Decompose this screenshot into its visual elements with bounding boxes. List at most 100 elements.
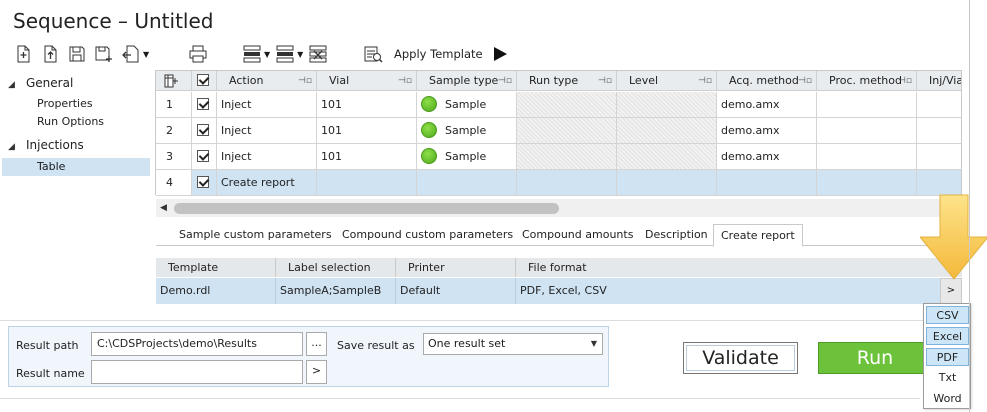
cell-sample-type[interactable]: Sample <box>417 118 517 144</box>
cell-sample-type[interactable]: Sample <box>417 144 517 170</box>
cell-action[interactable]: Inject <box>217 144 317 170</box>
column-header-action[interactable]: Action ⊣▫ <box>217 71 317 91</box>
row-checkbox[interactable] <box>197 124 209 136</box>
cell-action[interactable]: Inject <box>217 118 317 144</box>
cell-vial[interactable]: 101 <box>317 118 417 144</box>
result-path-input[interactable]: C:\CDSProjects\demo\Results <box>91 332 303 356</box>
pin-icon[interactable]: ⊣▫ <box>898 71 912 91</box>
cell-sample-type[interactable] <box>417 170 517 196</box>
print-icon[interactable] <box>187 43 209 65</box>
save-as-icon[interactable] <box>93 43 115 65</box>
nav-item-properties[interactable]: Properties <box>37 97 93 110</box>
expanded-triangle-icon: ◢ <box>8 142 15 152</box>
row-checkbox[interactable] <box>197 98 209 110</box>
column-header-sample-type[interactable]: Sample type ⊣▫ <box>417 71 517 91</box>
column-header-run-type[interactable]: Run type ⊣▫ <box>517 71 617 91</box>
nav-group-general[interactable]: ◢ General <box>8 76 73 90</box>
tab-description[interactable]: Description <box>645 223 708 246</box>
cell-inj-via[interactable] <box>917 118 961 144</box>
pin-icon[interactable]: ⊣▫ <box>498 71 512 91</box>
pin-icon[interactable]: ⊣▫ <box>298 71 312 91</box>
undo-icon[interactable] <box>120 43 142 65</box>
cell-action[interactable]: Create report <box>217 170 317 196</box>
tab-sample-custom-parameters[interactable]: Sample custom parameters <box>179 223 332 246</box>
cell-proc-method[interactable] <box>817 92 917 118</box>
column-chooser-header[interactable] <box>156 71 192 91</box>
browse-button[interactable]: ... <box>306 332 327 356</box>
nav-group-injections[interactable]: ◢ Injections <box>8 138 84 152</box>
pin-icon[interactable]: ⊣▫ <box>398 71 412 91</box>
nav-item-table[interactable]: Table <box>2 158 150 176</box>
cell-inj-via[interactable] <box>917 144 961 170</box>
format-option-txt[interactable]: Txt <box>926 369 969 387</box>
cell-proc-method[interactable] <box>817 144 917 170</box>
cell-acq-method[interactable] <box>717 170 817 196</box>
save-result-as-select[interactable]: One result set ▼ <box>423 333 603 355</box>
row-checkbox[interactable] <box>197 176 209 188</box>
insert-row-after-icon[interactable] <box>274 43 296 65</box>
delete-row-icon[interactable] <box>307 43 329 65</box>
cell-acq-method[interactable]: demo.amx <box>717 92 817 118</box>
chevron-down-icon[interactable]: ▼ <box>297 50 303 59</box>
format-option-word[interactable]: Word <box>926 390 969 408</box>
select-all-header[interactable] <box>192 71 217 91</box>
pin-icon[interactable]: ⊣▫ <box>798 71 812 91</box>
row-checkbox[interactable] <box>197 150 209 162</box>
column-header-proc-method[interactable]: Proc. method ⊣▫ <box>817 71 917 91</box>
select-all-checkbox[interactable] <box>197 74 209 86</box>
cell-run-type[interactable] <box>517 170 617 196</box>
cell-acq-method[interactable]: demo.amx <box>717 118 817 144</box>
save-icon[interactable] <box>66 43 88 65</box>
cell-file-format[interactable]: PDF, Excel, CSV <box>516 278 940 304</box>
new-icon[interactable] <box>12 43 34 65</box>
import-icon[interactable] <box>39 43 61 65</box>
column-header-file-format[interactable]: File format <box>516 258 962 277</box>
cell-inj-via[interactable] <box>917 92 961 118</box>
cell-printer[interactable]: Default <box>396 278 516 304</box>
chevron-down-icon[interactable]: ▼ <box>264 50 270 59</box>
run-button[interactable]: Run <box>818 342 932 374</box>
result-name-input[interactable] <box>91 360 303 384</box>
cell-vial[interactable]: 101 <box>317 144 417 170</box>
cell-proc-method[interactable] <box>817 170 917 196</box>
column-header-label-selection[interactable]: Label selection <box>276 258 396 277</box>
validate-button[interactable]: Validate <box>683 342 798 374</box>
format-option-excel[interactable]: Excel <box>926 327 969 345</box>
cell-template[interactable]: Demo.rdl <box>156 278 276 304</box>
scrollbar-thumb[interactable] <box>174 203 559 214</box>
column-header-vial[interactable]: Vial ⊣▫ <box>317 71 417 91</box>
cell-vial[interactable] <box>317 170 417 196</box>
column-header-printer[interactable]: Printer <box>396 258 516 277</box>
cell-sample-type[interactable]: Sample <box>417 92 517 118</box>
cell-proc-method[interactable] <box>817 118 917 144</box>
cell-label-selection[interactable]: SampleA;SampleB <box>276 278 396 304</box>
scroll-left-icon[interactable]: ◀ <box>160 203 167 213</box>
column-header-acq-method[interactable]: Acq. method ⊣▫ <box>717 71 817 91</box>
cell-vial[interactable]: 101 <box>317 92 417 118</box>
column-header-level[interactable]: Level ⊣▫ <box>617 71 717 91</box>
column-header-inj-via[interactable]: Inj/Via <box>917 71 961 91</box>
row-checkbox-cell[interactable] <box>192 118 217 144</box>
pin-icon[interactable]: ⊣▫ <box>598 71 612 91</box>
apply-template-icon[interactable] <box>362 43 384 65</box>
row-checkbox-cell[interactable] <box>192 144 217 170</box>
chevron-down-icon: ▼ <box>590 339 597 348</box>
nav-item-run-options[interactable]: Run Options <box>37 115 104 128</box>
pin-icon[interactable]: ⊣▫ <box>698 71 712 91</box>
cell-acq-method[interactable]: demo.amx <box>717 144 817 170</box>
insert-row-icon[interactable] <box>241 43 263 65</box>
format-option-csv[interactable]: CSV <box>926 306 969 324</box>
result-name-button[interactable]: > <box>306 360 327 384</box>
row-checkbox-cell[interactable] <box>192 92 217 118</box>
chevron-down-icon[interactable]: ▼ <box>143 50 149 59</box>
tab-compound-custom-parameters[interactable]: Compound custom parameters <box>342 223 513 246</box>
tab-create-report[interactable]: Create report <box>713 224 803 247</box>
cell-level[interactable] <box>617 170 717 196</box>
cell-action[interactable]: Inject <box>217 92 317 118</box>
run-icon[interactable] <box>492 46 508 65</box>
row-checkbox-cell[interactable] <box>192 170 217 196</box>
column-header-template[interactable]: Template <box>156 258 276 277</box>
tab-compound-amounts[interactable]: Compound amounts <box>522 223 633 246</box>
apply-template-button[interactable]: Apply Template <box>394 47 483 61</box>
format-option-pdf[interactable]: PDF <box>926 348 969 366</box>
